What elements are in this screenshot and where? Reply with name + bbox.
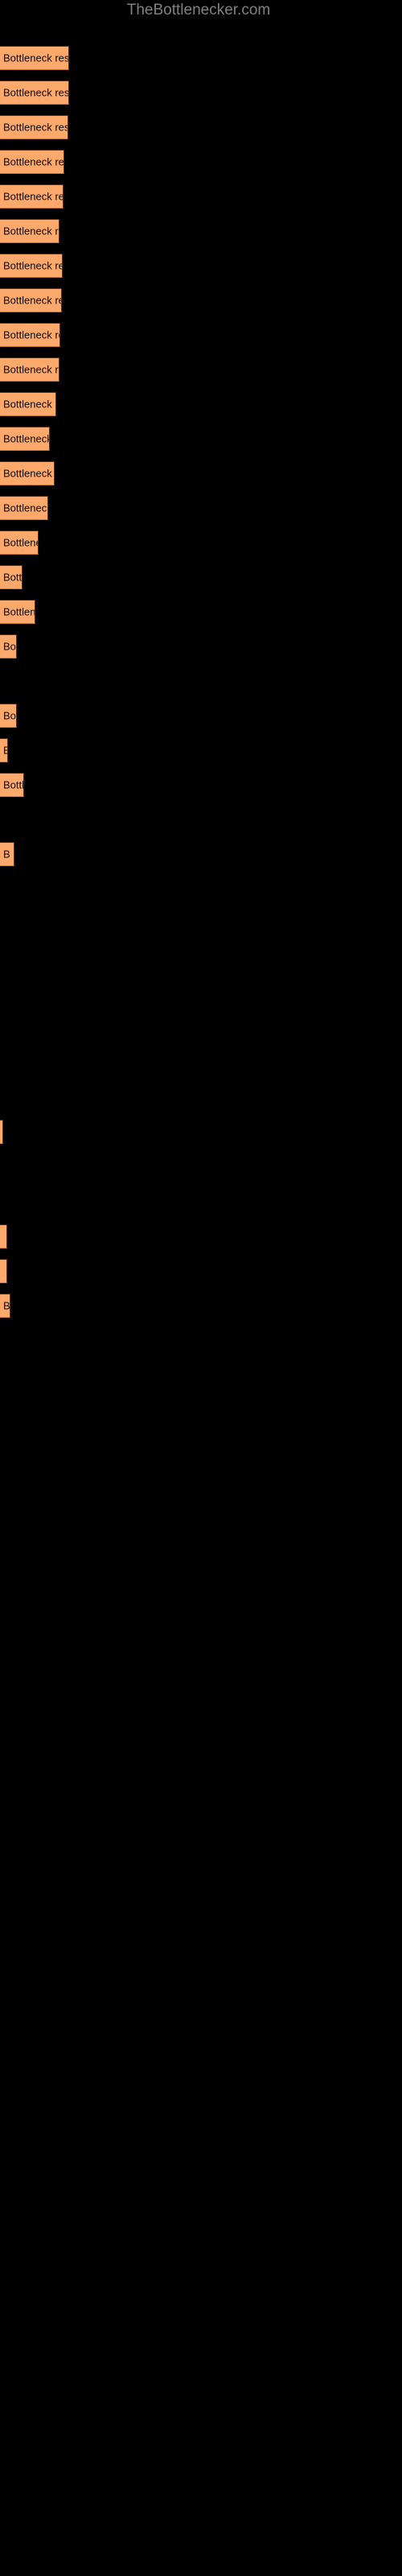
bar-label: Bottleneck res bbox=[3, 398, 55, 411]
bar-label: Bottleneck result bbox=[3, 121, 68, 134]
bottleneck-bar-chart: Bottleneck result Bottleneck result Bottle… bbox=[0, 0, 402, 2576]
bottleneck-result-bar[interactable]: Bottleneck re bbox=[0, 427, 50, 451]
bottleneck-result-bar[interactable] bbox=[0, 1224, 7, 1249]
bar-label: Bottl bbox=[3, 778, 24, 791]
bar-label: Bottleneck res bbox=[3, 467, 54, 480]
bottleneck-result-bar[interactable]: Bottleneck result bbox=[0, 115, 68, 139]
bottleneck-result-bar[interactable]: Bottleneck resul bbox=[0, 150, 64, 174]
bar-label: B bbox=[3, 745, 7, 757]
bottleneck-result-bar[interactable]: Bottleneck resul bbox=[0, 254, 63, 278]
bottleneck-result-bar[interactable]: Bott bbox=[0, 565, 23, 589]
bar-label: B bbox=[3, 1299, 10, 1312]
bottleneck-result-bar[interactable]: Bo bbox=[0, 634, 17, 658]
bar-label: B bbox=[3, 848, 10, 861]
bottleneck-result-bar[interactable]: Bottleneck res bbox=[0, 392, 56, 416]
bar-label: Bottleneck re bbox=[3, 502, 48, 514]
bottleneck-result-bar[interactable]: Bottleneck resu bbox=[0, 323, 60, 347]
bar-label: Bottleneck result bbox=[3, 86, 69, 99]
bottleneck-result-bar[interactable]: B bbox=[0, 842, 14, 866]
bottleneck-result-bar[interactable]: Bottleneck result bbox=[0, 80, 69, 105]
bottleneck-result-bar[interactable]: B bbox=[0, 1294, 10, 1318]
bar-label: Bottleneck resul bbox=[3, 294, 61, 307]
bottleneck-result-bar[interactable]: Bottleneck res bbox=[0, 461, 55, 485]
bar-label: Bottleneck resul bbox=[3, 259, 62, 272]
bottleneck-result-bar[interactable]: Bottleneck resu bbox=[0, 357, 59, 382]
bar-label: Bottlenec bbox=[3, 536, 38, 549]
bottleneck-result-bar[interactable]: Bottleneck result bbox=[0, 46, 69, 70]
bar-label: Bottleneck result bbox=[3, 52, 69, 64]
bar-label: Bottleneck resul bbox=[3, 155, 64, 168]
bar-label: Bottleneck resu bbox=[3, 363, 59, 376]
bar-label: Bottleneck resu bbox=[3, 225, 59, 237]
bottleneck-result-bar[interactable]: Bottlen bbox=[0, 600, 35, 624]
bottleneck-result-bar[interactable]: B bbox=[0, 738, 8, 762]
bottleneck-result-bar[interactable]: Bottl bbox=[0, 773, 24, 797]
bar-label: Bo bbox=[3, 709, 16, 722]
bar-label: Bottleneck resu bbox=[3, 328, 59, 341]
bar-label: Bo bbox=[3, 640, 16, 653]
bar-label: Bottlen bbox=[3, 605, 35, 618]
bottleneck-result-bar[interactable]: Bo bbox=[0, 704, 17, 728]
bottleneck-result-bar[interactable] bbox=[0, 1120, 3, 1144]
bottleneck-result-bar[interactable]: Bottleneck resul bbox=[0, 288, 62, 312]
bar-label: Bottleneck re bbox=[3, 432, 50, 445]
bottleneck-result-bar[interactable]: Bottlenec bbox=[0, 530, 39, 555]
bottleneck-result-bar[interactable]: Bottleneck resul bbox=[0, 184, 64, 208]
bar-label: Bott bbox=[3, 571, 23, 584]
bottleneck-result-bar[interactable]: Bottleneck re bbox=[0, 496, 48, 520]
bar-label: Bottleneck resul bbox=[3, 190, 64, 203]
bottleneck-result-bar[interactable] bbox=[0, 1259, 7, 1283]
bottleneck-result-bar[interactable]: Bottleneck resu bbox=[0, 219, 59, 243]
